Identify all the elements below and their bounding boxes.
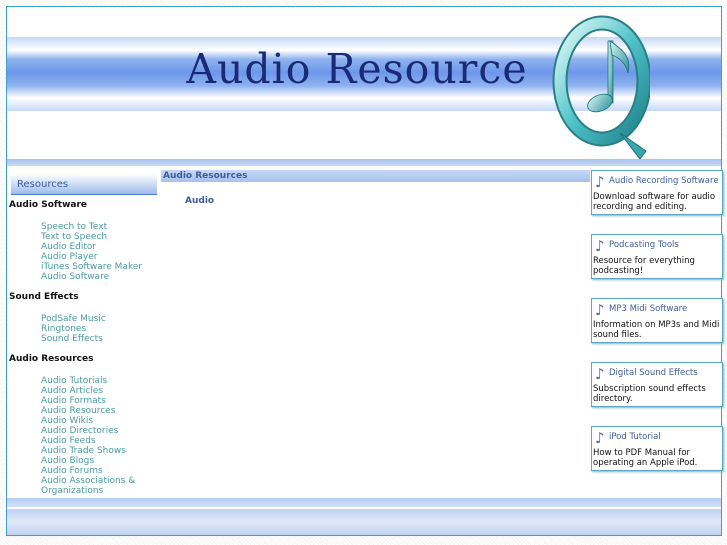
sidebar-link-itunes-software-maker[interactable]: iTunes Software Maker bbox=[41, 262, 157, 272]
sidebar-link-audio-forums[interactable]: Audio Forums bbox=[41, 466, 157, 476]
sidebar-link-ringtones[interactable]: Ringtones bbox=[41, 324, 157, 334]
sidebar-link-audio-articles[interactable]: Audio Articles bbox=[41, 386, 157, 396]
sidebar-section-title: Audio Software bbox=[9, 200, 88, 210]
sidebar-link-audio-software[interactable]: Audio Software bbox=[41, 272, 157, 282]
sidebar-link-audio-trade-shows[interactable]: Audio Trade Shows bbox=[41, 446, 157, 456]
card-ipod-tutorial[interactable]: ♪ iPod Tutorial How to PDF Manual for op… bbox=[591, 426, 723, 471]
card-header: ♪ Audio Recording Software bbox=[592, 171, 722, 191]
main-header: Audio Resources bbox=[161, 170, 590, 182]
card-podcasting-tools[interactable]: ♪ Podcasting Tools Resource for everythi… bbox=[591, 234, 723, 279]
music-note-logo-icon[interactable] bbox=[550, 11, 650, 161]
sidebar-link-audio-blogs[interactable]: Audio Blogs bbox=[41, 456, 157, 466]
sidebar-header: Resources bbox=[11, 174, 157, 195]
card-description: Resource for everything podcasting! bbox=[593, 256, 695, 276]
card-description: How to PDF Manual for operating an Apple… bbox=[593, 448, 698, 468]
sidebar-link-audio-associations[interactable]: Audio Associations & Organizations bbox=[41, 476, 141, 496]
sidebar-link-speech-to-text[interactable]: Speech to Text bbox=[41, 222, 157, 232]
card-mp3-midi-software[interactable]: ♪ MP3 Midi Software Information on MP3s … bbox=[591, 298, 723, 343]
footer bbox=[7, 509, 721, 535]
card-header: ♪ Podcasting Tools bbox=[592, 235, 722, 255]
sidebar-link-audio-player[interactable]: Audio Player bbox=[41, 252, 157, 262]
main-subheading: Audio bbox=[185, 196, 215, 206]
sidebar-link-audio-editor[interactable]: Audio Editor bbox=[41, 242, 157, 252]
music-note-icon: ♪ bbox=[595, 237, 605, 255]
sidebar-header-label: Resources bbox=[17, 179, 69, 190]
card-title[interactable]: Digital Sound Effects bbox=[609, 368, 698, 378]
footer-divider bbox=[7, 498, 721, 507]
sidebar-link-audio-feeds[interactable]: Audio Feeds bbox=[41, 436, 157, 446]
card-audio-recording-software[interactable]: ♪ Audio Recording Software Download soft… bbox=[591, 170, 723, 215]
music-note-icon: ♪ bbox=[595, 365, 605, 383]
sidebar-link-text-to-speech[interactable]: Text to Speech bbox=[41, 232, 157, 242]
card-description: Information on MP3s and Midi sound files… bbox=[593, 320, 720, 340]
card-description: Subscription sound effects directory. bbox=[593, 384, 706, 404]
music-note-icon: ♪ bbox=[595, 173, 605, 191]
sidebar: Audio Software Speech to Text Text to Sp… bbox=[9, 195, 157, 506]
page-frame: Audio Resource Resources Audio Software … bbox=[6, 6, 723, 536]
sidebar-link-audio-resources[interactable]: Audio Resources bbox=[41, 406, 157, 416]
sidebar-link-sound-effects[interactable]: Sound Effects bbox=[41, 334, 157, 344]
card-header: ♪ iPod Tutorial bbox=[592, 427, 722, 447]
card-header: ♪ Digital Sound Effects bbox=[592, 363, 722, 383]
card-description: Download software for audio recording an… bbox=[593, 192, 716, 212]
card-title[interactable]: MP3 Midi Software bbox=[609, 304, 687, 314]
card-title[interactable]: Podcasting Tools bbox=[609, 240, 679, 250]
header-divider bbox=[7, 159, 721, 166]
card-title[interactable]: Audio Recording Software bbox=[609, 176, 719, 186]
card-digital-sound-effects[interactable]: ♪ Digital Sound Effects Subscription sou… bbox=[591, 362, 723, 407]
sidebar-section-title: Sound Effects bbox=[9, 292, 79, 302]
music-note-icon: ♪ bbox=[595, 301, 605, 319]
sidebar-link-audio-wikis[interactable]: Audio Wikis bbox=[41, 416, 157, 426]
card-title[interactable]: iPod Tutorial bbox=[609, 432, 661, 442]
sidebar-link-podsafe-music[interactable]: PodSafe Music bbox=[41, 314, 157, 324]
music-note-icon: ♪ bbox=[595, 429, 605, 447]
sidebar-link-audio-formats[interactable]: Audio Formats bbox=[41, 396, 157, 406]
sidebar-section-title: Audio Resources bbox=[9, 354, 94, 364]
card-header: ♪ MP3 Midi Software bbox=[592, 299, 722, 319]
sidebar-link-audio-directories[interactable]: Audio Directories bbox=[41, 426, 157, 436]
sidebar-link-audio-tutorials[interactable]: Audio Tutorials bbox=[41, 376, 157, 386]
